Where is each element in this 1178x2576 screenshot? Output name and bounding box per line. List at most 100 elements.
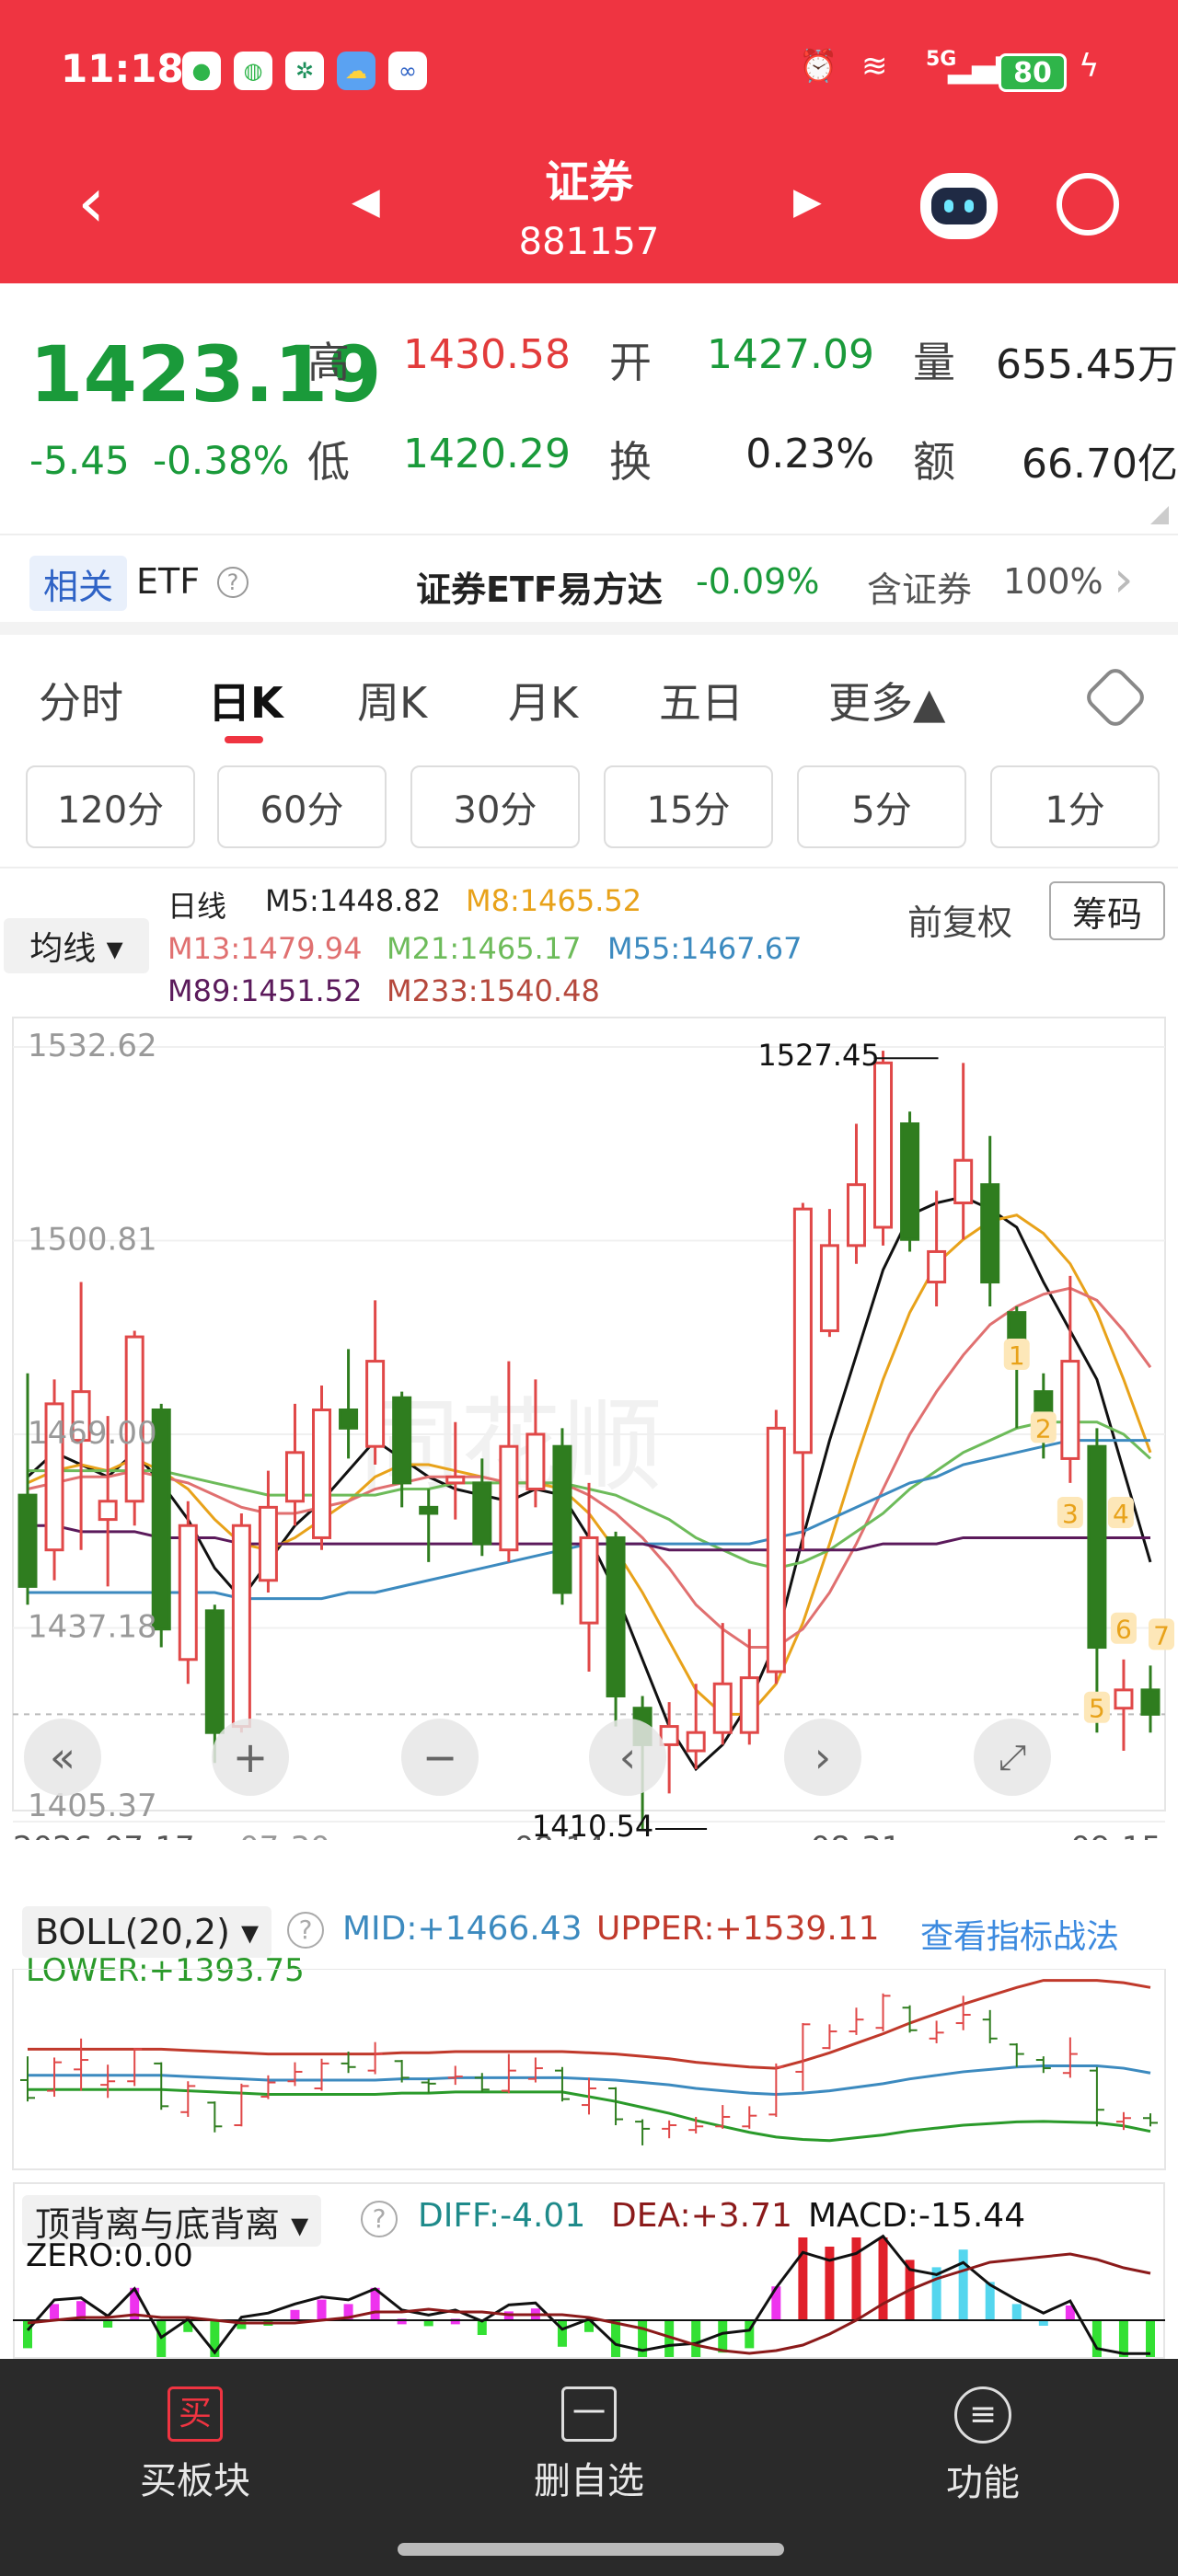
tab-weekly-k[interactable]: 周K xyxy=(357,670,427,730)
robot-assistant-icon[interactable] xyxy=(920,173,998,239)
macd-bar xyxy=(1091,2320,1102,2357)
minute-1-button[interactable]: 1分 xyxy=(990,765,1160,848)
kline-svg: 同花顺 1532.621500.811469.001437.181405.37 … xyxy=(12,1017,1174,1840)
macd-bar xyxy=(1011,2304,1022,2320)
help-icon[interactable]: ? xyxy=(217,567,248,598)
candle-body xyxy=(525,1432,546,1491)
low-annotation: 1410.54 xyxy=(532,1809,653,1840)
scroll-right-icon[interactable]: › xyxy=(784,1719,861,1796)
candle-body xyxy=(204,1609,225,1734)
high-value: 1430.58 xyxy=(403,331,571,378)
ma-indicator-bar: 均线 ▾ 日线 M5:1448.82 M8:1465.52 M13:1479.9… xyxy=(0,865,1178,1012)
period-tabs: 分时 日K 周K 月K 五日 更多▲ xyxy=(0,648,1178,749)
etf-change: -0.09% xyxy=(696,561,820,602)
candle-body xyxy=(606,1535,626,1697)
x-tick-label: 07-30 xyxy=(239,1830,330,1840)
open-value: 1427.09 xyxy=(707,331,874,378)
chips-button[interactable]: 筹码 xyxy=(1049,881,1165,940)
tab-daily-k[interactable]: 日K xyxy=(208,670,283,730)
minute-5-button[interactable]: 5分 xyxy=(797,765,966,848)
settings-hex-icon[interactable] xyxy=(1081,663,1149,731)
signal-marker-label: 2 xyxy=(1035,1413,1052,1443)
zoom-in-icon[interactable]: + xyxy=(212,1719,289,1796)
candle-body xyxy=(98,1500,118,1522)
low-value: 1420.29 xyxy=(403,431,571,477)
kline-chart[interactable]: 同花顺 1532.621500.811469.001437.181405.37 … xyxy=(0,1012,1178,1840)
active-tab-underline xyxy=(225,736,263,743)
help-icon[interactable]: ? xyxy=(287,1912,324,1949)
y-tick-label: 1500.81 xyxy=(28,1221,157,1258)
minute-60-button[interactable]: 60分 xyxy=(217,765,387,848)
etf-holding-value: 100% xyxy=(1003,561,1103,602)
zoom-out-icon[interactable]: − xyxy=(401,1719,479,1796)
amount-value: 66.70亿 xyxy=(1022,441,1178,488)
ma5-value: M5:1448.82 xyxy=(265,883,442,918)
remove-watchlist-label: 删自选 xyxy=(534,2460,644,2502)
x-tick-label: 09-15 xyxy=(1070,1830,1161,1840)
signal-marker-label: 1 xyxy=(1009,1340,1025,1371)
candle-body xyxy=(258,1505,278,1582)
buy-icon: 买 xyxy=(167,2386,223,2442)
y-tick-label: 1469.00 xyxy=(28,1415,157,1452)
function-button[interactable]: ≡ 功能 xyxy=(845,2386,1121,2506)
indicator-strategy-link[interactable]: 查看指标战法 xyxy=(920,1910,1119,1958)
ma8-value: M8:1465.52 xyxy=(466,883,642,918)
ma-selector[interactable]: 均线 ▾ xyxy=(4,918,149,973)
scroll-left-fast-icon[interactable]: « xyxy=(24,1719,101,1796)
macd-bar xyxy=(718,2320,728,2353)
tab-more[interactable]: 更多▲ xyxy=(828,670,945,730)
macd-bar xyxy=(798,2237,808,2320)
fullscreen-icon[interactable]: ⤢ xyxy=(974,1719,1051,1796)
help-icon[interactable]: ? xyxy=(361,2201,398,2237)
macd-bar xyxy=(878,2237,888,2320)
tab-five-day[interactable]: 五日 xyxy=(659,670,744,730)
high-annotation: 1527.45 xyxy=(757,1038,879,1073)
remove-watchlist-button[interactable]: 一 删自选 xyxy=(451,2386,727,2504)
candle-body xyxy=(980,1183,1000,1284)
candle-body xyxy=(1114,1688,1134,1710)
search-icon[interactable] xyxy=(1057,173,1119,236)
related-tag: 相关 xyxy=(29,556,127,611)
buy-sector-button[interactable]: 买 买板块 xyxy=(57,2386,333,2504)
candle-body xyxy=(953,1158,974,1205)
notify-app-icon: ∞ xyxy=(388,52,427,90)
macd-bar xyxy=(1146,2320,1155,2357)
candle-body xyxy=(819,1244,839,1332)
x-tick-label: 2026-07-17 xyxy=(13,1830,195,1840)
menu-icon: ≡ xyxy=(954,2386,1011,2444)
adjust-mode[interactable]: 前复权 xyxy=(907,894,1012,945)
minute-120-button[interactable]: 120分 xyxy=(26,765,195,848)
minute-15-button[interactable]: 15分 xyxy=(604,765,773,848)
boll-upper-line xyxy=(28,1979,1151,2070)
tab-monthly-k[interactable]: 月K xyxy=(508,670,578,730)
tab-intraday[interactable]: 分时 xyxy=(39,670,123,730)
next-sector-icon[interactable]: ▶ xyxy=(793,180,822,223)
minute-30-button[interactable]: 30分 xyxy=(410,765,580,848)
related-etf-row[interactable]: 相关 ETF ? 证券ETF易方达 -0.09% 含证券 100% › xyxy=(0,534,1178,635)
ma13-value: M13:1479.94 xyxy=(167,931,363,966)
boll-chart xyxy=(12,1969,1166,2170)
scroll-left-icon[interactable]: ‹ xyxy=(589,1719,666,1796)
page-title: 证券 xyxy=(544,156,633,208)
boll-selector[interactable]: BOLL(20,2) ▾ xyxy=(22,1906,272,1958)
signal-marker-label: 7 xyxy=(1153,1620,1170,1650)
signal-marker-label: 4 xyxy=(1113,1499,1129,1529)
corner-expand-icon xyxy=(1150,506,1169,524)
macd-dea: DEA:+3.71 xyxy=(611,2197,792,2235)
wifi-icon: ≋ xyxy=(861,48,888,85)
low-label: 低 xyxy=(307,437,350,487)
macd-bar xyxy=(317,2299,327,2320)
candle-body xyxy=(846,1183,866,1248)
turnover-label: 换 xyxy=(609,437,652,487)
candle-body xyxy=(312,1408,332,1539)
charging-icon: ϟ xyxy=(1079,48,1100,85)
sector-code: 881157 xyxy=(518,221,660,263)
price-change-pct: -0.38% xyxy=(153,438,290,483)
candle-body xyxy=(739,1676,759,1734)
candle-body xyxy=(284,1451,305,1503)
macd-bar xyxy=(691,2320,701,2357)
amount-label: 额 xyxy=(913,437,955,487)
candle-body xyxy=(552,1444,572,1594)
candle-body xyxy=(419,1505,439,1515)
status-time: 11:18 xyxy=(61,46,184,91)
